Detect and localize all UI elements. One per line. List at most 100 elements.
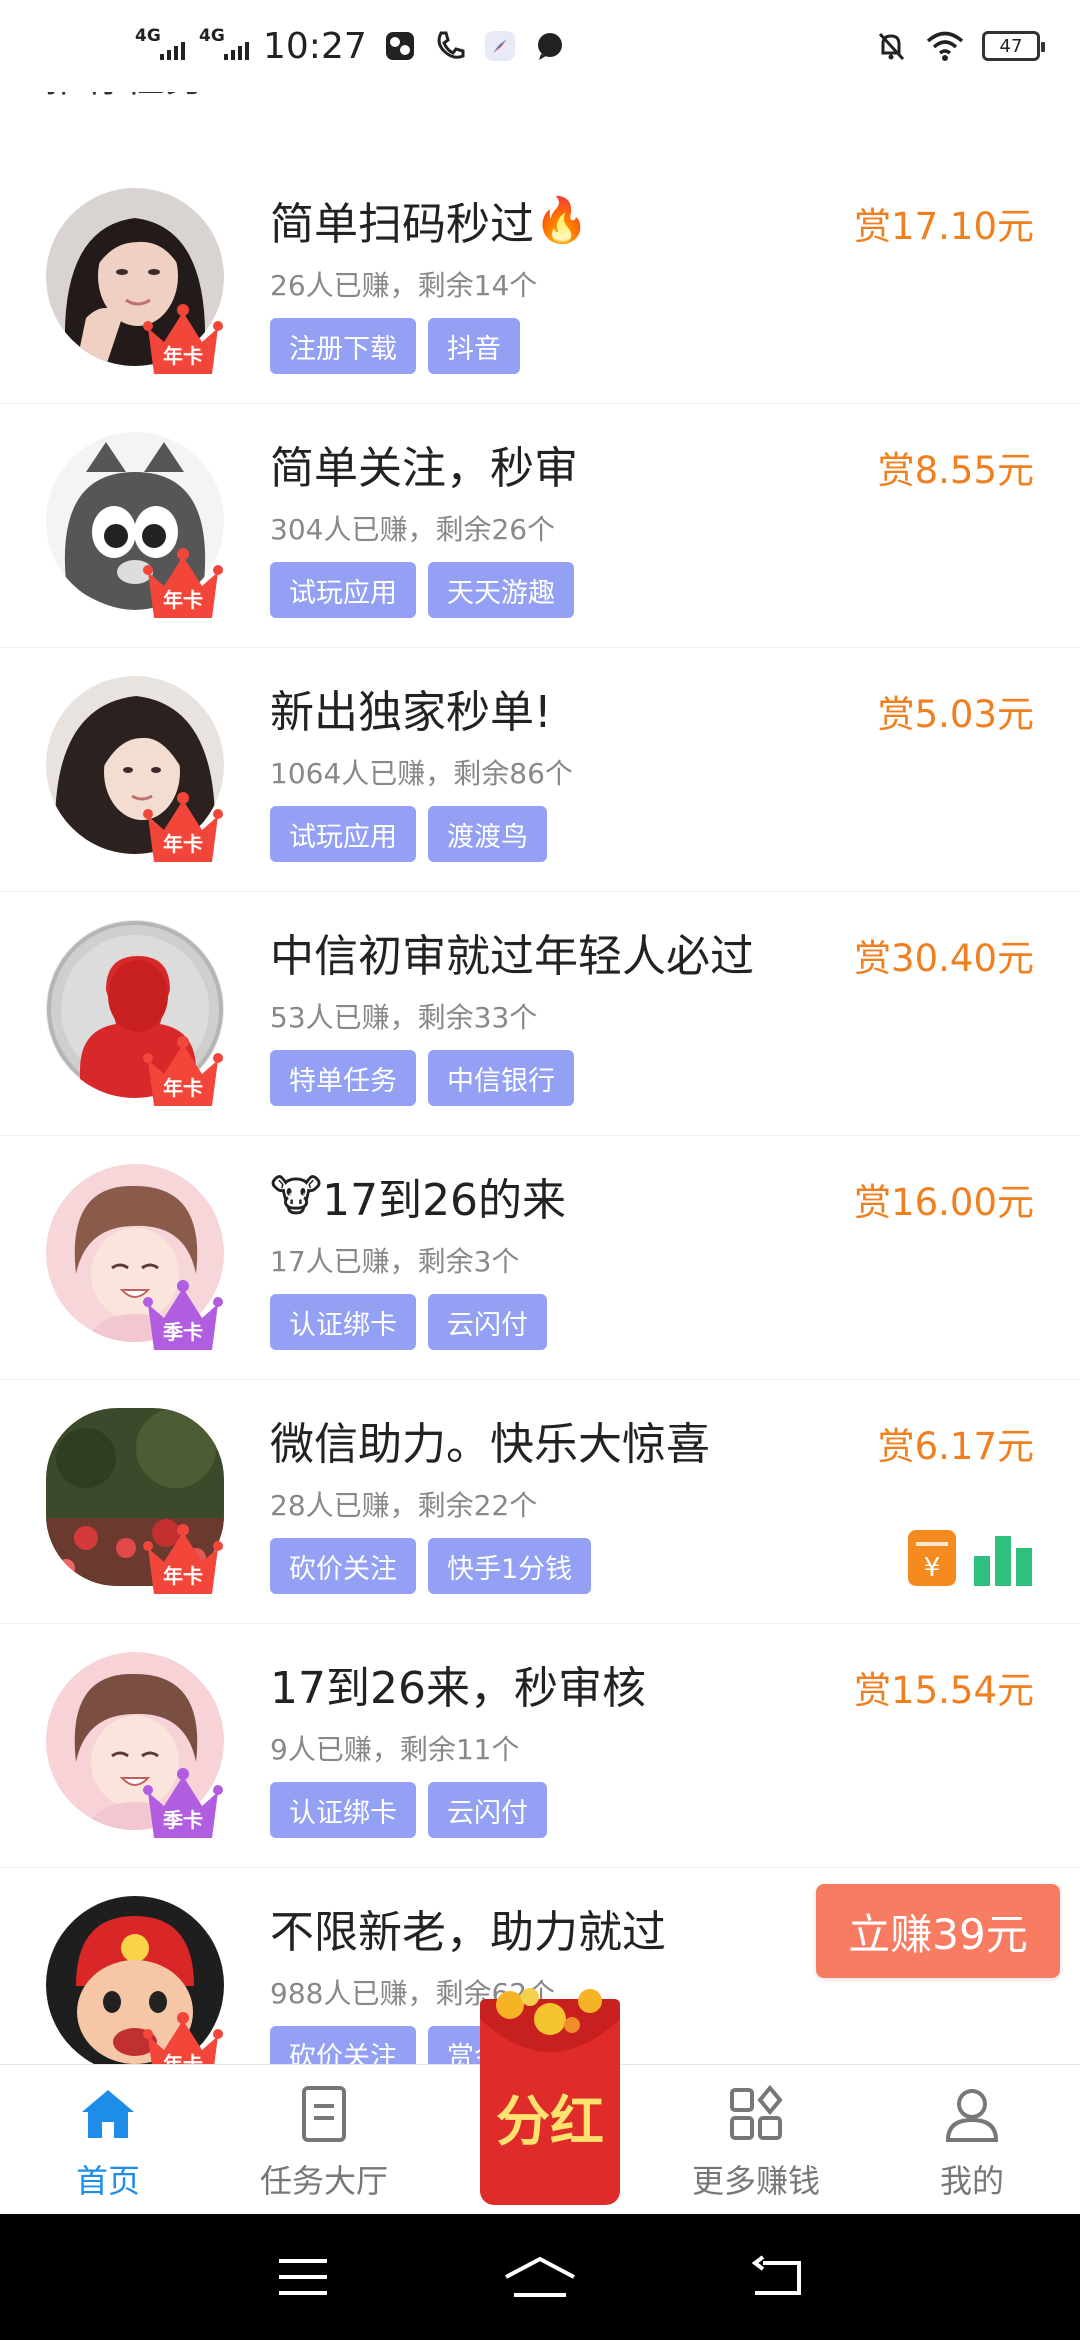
home-nav-icon[interactable] — [502, 2255, 578, 2299]
task-tags: 砍价关注 快手1分钱 — [270, 1538, 592, 1594]
task-list: 年卡 简单扫码秒过 🔥 26人已赚，剩余14个 注册下载 抖音 赏17.10元 年… — [0, 160, 1080, 2112]
task-tag: 砍价关注 — [270, 1538, 416, 1594]
task-item[interactable]: 季卡 🐮 17到26的来 17人已赚，剩余3个 认证绑卡 云闪付 赏16.00元 — [0, 1136, 1080, 1380]
task-title: 微信助力。快乐大惊喜 — [270, 1408, 710, 1472]
clock: 10:27 — [263, 25, 367, 67]
task-tag: 试玩应用 — [270, 806, 416, 862]
task-reward: 赏17.10元 — [854, 205, 1034, 248]
task-title-text: 不限新老，助力就过 — [270, 1907, 666, 1958]
gallery-icon — [385, 32, 414, 60]
task-title-text: 简单关注，秒审 — [270, 443, 578, 494]
fenhong-label: 分红 — [496, 2090, 604, 2153]
badge-label: 年卡 — [163, 1564, 203, 1588]
task-reward: 赏16.00元 — [854, 1181, 1034, 1224]
task-stats: 28人已赚，剩余22个 — [270, 1489, 538, 1522]
tab-label: 首页 — [75, 2162, 140, 2200]
vip-crown-badge: 年卡 — [142, 786, 224, 868]
task-stats: 17人已赚，剩余3个 — [270, 1245, 520, 1278]
tab-label: 我的 — [939, 2162, 1004, 2200]
task-tags: 试玩应用 天天游趣 — [270, 562, 574, 618]
badge-label: 年卡 — [163, 1076, 203, 1100]
task-tag: 注册下载 — [270, 318, 416, 374]
task-title: 17到26来，秒审核 — [270, 1652, 646, 1716]
task-stats: 1064人已赚，剩余86个 — [270, 757, 573, 790]
home-icon — [82, 2090, 134, 2138]
task-reward: 赏6.17元 — [877, 1425, 1034, 1468]
task-item[interactable]: 年卡 简单关注，秒审 304人已赚，剩余26个 试玩应用 天天游趣 赏8.55元 — [0, 404, 1080, 648]
task-title-text: 微信助力。快乐大惊喜 — [270, 1419, 710, 1470]
task-title: 新出独家秒单! — [270, 676, 552, 740]
vip-crown-badge: 年卡 — [142, 1518, 224, 1600]
task-item[interactable]: 年卡 简单扫码秒过 🔥 26人已赚，剩余14个 注册下载 抖音 赏17.10元 — [0, 160, 1080, 404]
task-tag: 试玩应用 — [270, 562, 416, 618]
task-tag: 快手1分钱 — [428, 1538, 592, 1594]
notification-icons — [383, 29, 567, 63]
vip-crown-badge: 季卡 — [142, 1274, 224, 1356]
red-envelope-yuan-icon: ¥ — [908, 1530, 956, 1586]
vip-crown-badge: 年卡 — [142, 542, 224, 624]
phone-icon — [437, 31, 465, 59]
task-tags: 认证绑卡 云闪付 — [270, 1294, 547, 1350]
network-label: 4G — [199, 26, 225, 46]
task-tag: 天天游趣 — [428, 562, 574, 618]
fenhong-red-envelope-button[interactable]: 分红 — [470, 1985, 630, 2210]
task-tag: 认证绑卡 — [270, 1294, 416, 1350]
task-tag: 云闪付 — [428, 1782, 547, 1838]
tab-more-earn[interactable]: 更多赚钱 — [648, 2065, 864, 2214]
task-item[interactable]: 年卡 新出独家秒单! 1064人已赚，剩余86个 试玩应用 渡渡鸟 赏5.03元 — [0, 648, 1080, 892]
tab-mine[interactable]: 我的 — [864, 2065, 1080, 2214]
task-tags: 试玩应用 渡渡鸟 — [270, 806, 547, 862]
task-title: 不限新老，助力就过 — [270, 1896, 666, 1960]
task-title-text: 中信初审就过年轻人必过 — [270, 931, 754, 982]
tab-label: 更多赚钱 — [691, 2162, 820, 2200]
task-tag: 特单任务 — [270, 1050, 416, 1106]
battery-icon: 47 — [982, 31, 1045, 61]
signal-4g-2: 4G — [199, 26, 249, 62]
network-label: 4G — [135, 26, 161, 46]
task-stats: 304人已赚，剩余26个 — [270, 513, 556, 546]
task-reward: 赏8.55元 — [877, 449, 1034, 492]
tab-label: 任务大厅 — [259, 2162, 388, 2200]
task-reward: 赏5.03元 — [877, 693, 1034, 736]
task-title: 简单关注，秒审 — [270, 432, 578, 496]
task-title: 🐮 17到26的来 — [270, 1164, 566, 1228]
cow-icon: 🐮 — [270, 1170, 323, 1222]
status-bar: 4G 4G 10:27 47 — [0, 0, 1080, 92]
tab-task-hall[interactable]: 任务大厅 — [216, 2065, 432, 2214]
compass-app-icon — [484, 31, 515, 61]
task-title: 简单扫码秒过 🔥 — [270, 188, 589, 252]
signal-4g-1: 4G — [135, 26, 185, 62]
task-tag: 渡渡鸟 — [428, 806, 547, 862]
task-tags: 注册下载 抖音 — [270, 318, 520, 374]
back-nav-icon[interactable] — [749, 2255, 805, 2299]
earn-now-button[interactable]: 立赚39元 — [816, 1884, 1060, 1978]
task-title-text: 简单扫码秒过 — [270, 199, 534, 250]
system-nav-bar — [0, 2214, 1080, 2340]
network-indicators: 4G 4G — [135, 26, 249, 62]
task-tag: 中信银行 — [428, 1050, 574, 1106]
vip-crown-badge: 季卡 — [142, 1762, 224, 1844]
badge-label: 年卡 — [163, 588, 203, 612]
tab-home[interactable]: 首页 — [0, 2065, 216, 2214]
task-title-text: 新出独家秒单! — [270, 687, 552, 738]
task-item[interactable]: 年卡 微信助力。快乐大惊喜 28人已赚，剩余22个 砍价关注 快手1分钱 赏6.… — [0, 1380, 1080, 1624]
chat-bubble-icon — [537, 33, 562, 60]
user-icon — [945, 2089, 999, 2142]
menu-icon[interactable] — [275, 2255, 331, 2299]
task-title-text: 17到26来，秒审核 — [270, 1663, 646, 1714]
task-item[interactable]: 年卡 中信初审就过年轻人必过 53人已赚，剩余33个 特单任务 中信银行 赏30… — [0, 892, 1080, 1136]
wifi-icon — [926, 31, 964, 61]
battery-level: 47 — [999, 35, 1023, 57]
task-stats: 9人已赚，剩余11个 — [270, 1733, 520, 1766]
badge-label: 季卡 — [163, 1320, 203, 1344]
document-icon — [302, 2086, 346, 2142]
task-title-text: 17到26的来 — [322, 1175, 567, 1226]
vip-crown-badge: 年卡 — [142, 298, 224, 380]
bar-chart-icon — [974, 1536, 1032, 1586]
svg-text:¥: ¥ — [924, 1553, 941, 1583]
apps-grid-icon — [730, 2084, 783, 2140]
task-tag: 抖音 — [428, 318, 520, 374]
task-tags: 特单任务 中信银行 — [270, 1050, 574, 1106]
task-extra-icons: ¥ — [906, 1528, 1034, 1588]
task-item[interactable]: 季卡 17到26来，秒审核 9人已赚，剩余11个 认证绑卡 云闪付 赏15.54… — [0, 1624, 1080, 1868]
